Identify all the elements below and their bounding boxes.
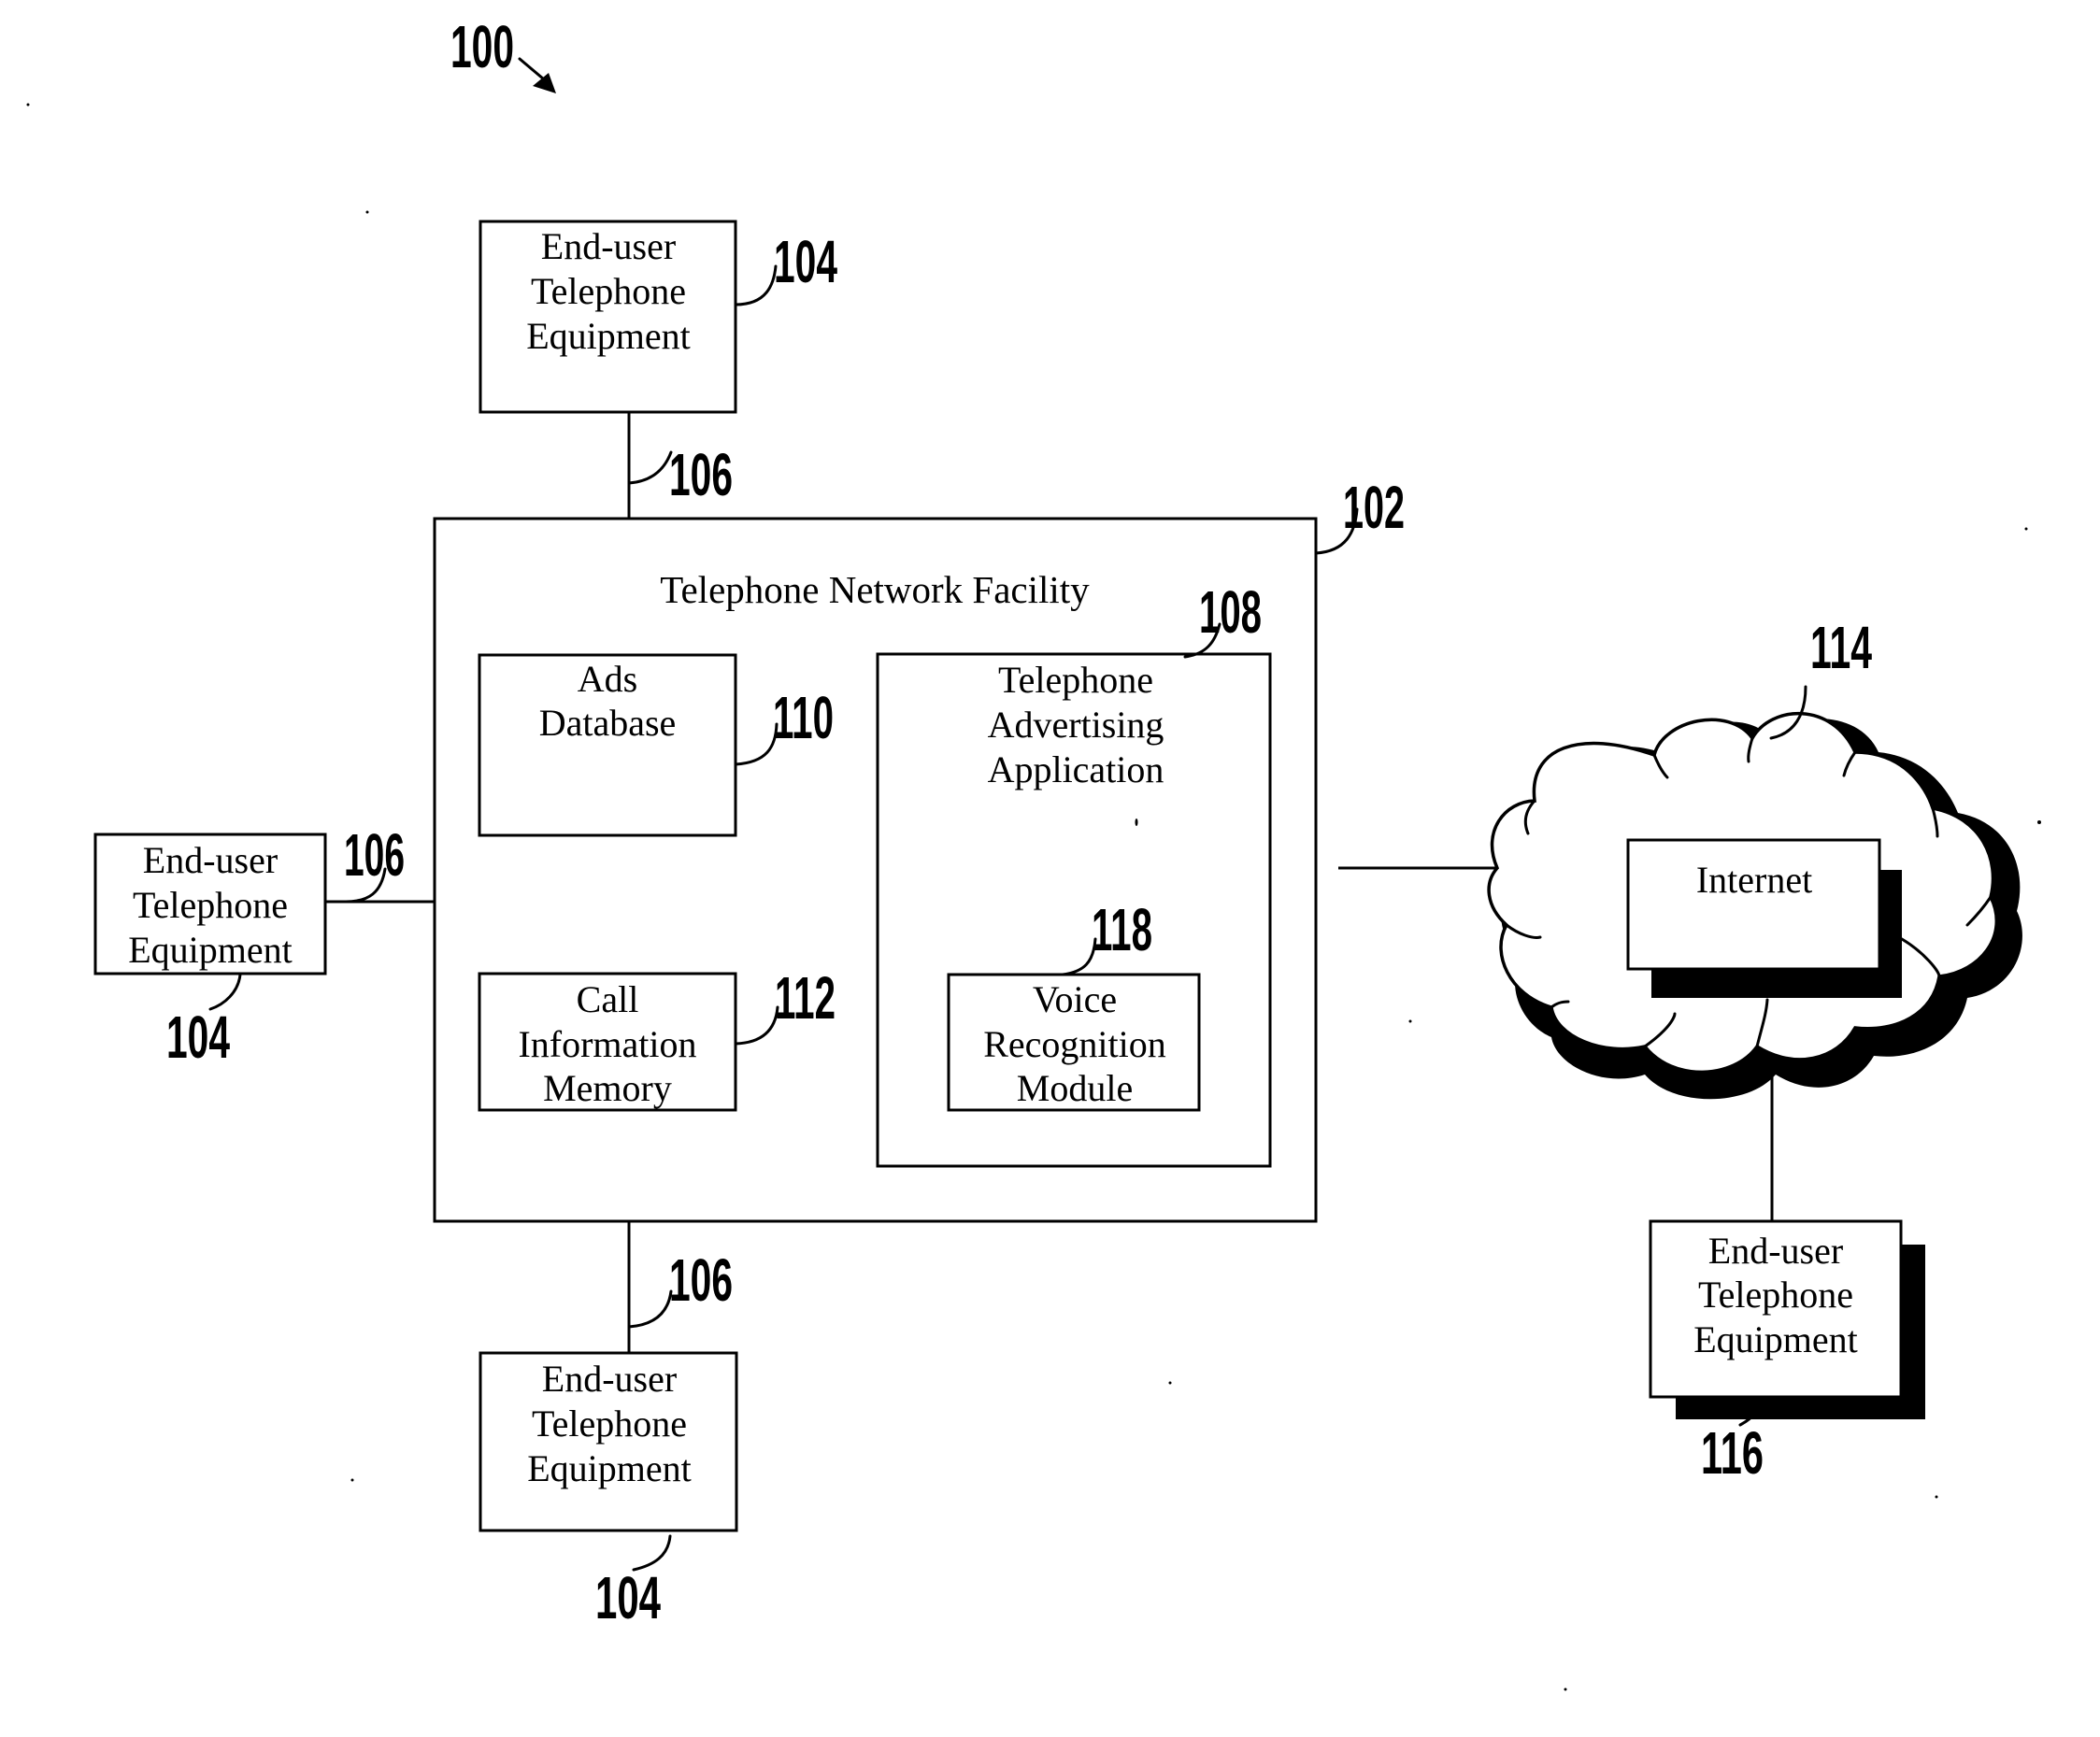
equipment-label-line3: Equipment bbox=[526, 315, 691, 357]
equipment-ref-label: 116 bbox=[1701, 1419, 1764, 1487]
telephone-advertising-application[interactable]: Telephone Advertising Application 108 Vo… bbox=[876, 578, 1272, 1168]
equipment-ref-label: 104 bbox=[166, 1004, 230, 1071]
link-ref-label: 106 bbox=[669, 1246, 733, 1314]
equipment-label-line2: Telephone bbox=[531, 270, 686, 312]
figure-ref-label: 100 bbox=[450, 13, 514, 80]
equipment-label-line2: Telephone bbox=[133, 884, 288, 926]
speck bbox=[2037, 820, 2041, 824]
speck bbox=[365, 210, 369, 214]
link-ref-top: 106 bbox=[627, 441, 733, 508]
ads-database-ref: 110 bbox=[773, 684, 834, 751]
voice-module-line1: Voice bbox=[1033, 978, 1117, 1020]
voice-module-line3: Module bbox=[1017, 1067, 1133, 1109]
diagram-canvas: 100 End-user Telephone Equipment 104 106… bbox=[26, 13, 2041, 1691]
telephone-network-facility[interactable]: Telephone Network Facility 102 Ads Datab… bbox=[433, 474, 1405, 1223]
speck bbox=[350, 1478, 354, 1482]
facility-ref-label: 102 bbox=[1343, 474, 1405, 541]
equipment-label-line1: End-user bbox=[1708, 1230, 1843, 1272]
facility-title: Telephone Network Facility bbox=[660, 568, 1090, 611]
call-memory-ref: 112 bbox=[775, 964, 836, 1032]
equipment-label-line3: Equipment bbox=[527, 1447, 692, 1489]
end-user-equipment-top[interactable]: End-user Telephone Equipment 104 bbox=[479, 220, 837, 414]
equipment-label-line1: End-user bbox=[541, 225, 676, 267]
equipment-label-line2: Telephone bbox=[1698, 1274, 1853, 1316]
internet-end-user-equipment[interactable]: End-user Telephone Equipment 116 bbox=[1649, 1219, 1925, 1487]
equipment-label-line3: Equipment bbox=[1693, 1318, 1858, 1360]
internet-ref: 114 bbox=[1810, 614, 1872, 681]
advertising-app-line1: Telephone bbox=[998, 659, 1153, 701]
link-leader-line bbox=[627, 450, 673, 485]
speck bbox=[2024, 527, 2028, 531]
speck bbox=[1564, 1687, 1567, 1691]
equipment-label-line1: End-user bbox=[143, 839, 278, 881]
link-ref-label: 106 bbox=[344, 821, 405, 889]
call-memory-line2: Information bbox=[518, 1023, 696, 1065]
figure-arrow-head-icon bbox=[533, 73, 556, 93]
advertising-app-ref: 108 bbox=[1199, 578, 1262, 646]
call-memory-line3: Memory bbox=[543, 1067, 672, 1109]
speck bbox=[1935, 1495, 1938, 1499]
voice-module-ref: 118 bbox=[1092, 896, 1152, 963]
link-ref-left: 106 bbox=[344, 821, 405, 904]
ads-database-line1: Ads bbox=[578, 658, 637, 700]
link-ref-label: 106 bbox=[669, 441, 733, 508]
equipment-ref-label: 104 bbox=[774, 228, 837, 295]
equipment-label-line2: Telephone bbox=[532, 1402, 687, 1445]
speck bbox=[1168, 1381, 1172, 1385]
link-ref-bottom: 106 bbox=[627, 1246, 733, 1329]
end-user-equipment-bottom[interactable]: End-user Telephone Equipment 104 bbox=[479, 1351, 738, 1631]
equipment-label-line1: End-user bbox=[542, 1358, 677, 1400]
equipment-leader-line bbox=[734, 264, 778, 306]
end-user-equipment-left[interactable]: End-user Telephone Equipment 104 bbox=[93, 833, 327, 1071]
link-leader-line bbox=[627, 1289, 673, 1329]
figure-reference: 100 bbox=[450, 13, 556, 93]
advertising-app-line2: Advertising bbox=[988, 704, 1164, 746]
call-memory-line1: Call bbox=[577, 978, 639, 1020]
voice-module-line2: Recognition bbox=[983, 1023, 1166, 1065]
speck bbox=[1408, 1019, 1412, 1023]
advertising-app-line3: Application bbox=[988, 748, 1164, 790]
speck bbox=[26, 103, 30, 107]
equipment-ref-label: 104 bbox=[595, 1564, 661, 1631]
speck bbox=[1135, 819, 1138, 826]
internet-label: Internet bbox=[1696, 859, 1812, 901]
equipment-label-line3: Equipment bbox=[128, 929, 293, 971]
internet-cloud[interactable]: 114 Internet bbox=[1487, 614, 2022, 1100]
ads-database-line2: Database bbox=[539, 702, 677, 744]
